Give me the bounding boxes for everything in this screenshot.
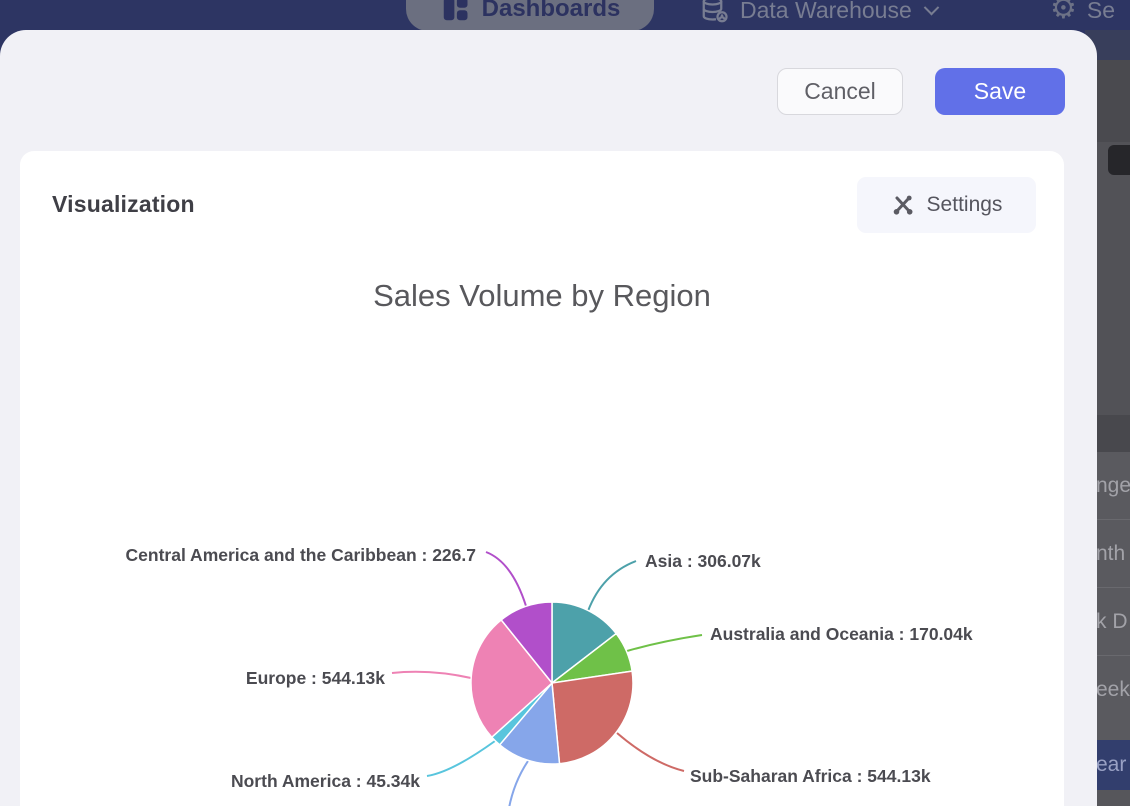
nav-settings[interactable]: ⚙︎ Se xyxy=(1050,0,1115,26)
cancel-button[interactable]: Cancel xyxy=(777,68,903,115)
database-icon xyxy=(700,0,730,25)
label-leader-line xyxy=(509,761,528,806)
chart-title: Sales Volume by Region xyxy=(373,278,711,313)
background-button-fragment xyxy=(1108,145,1130,175)
pie-label-asia: Asia : 306.07k xyxy=(645,551,761,571)
tab-dashboards[interactable]: Dashboards xyxy=(406,0,654,31)
pie-label-central-america-and-the-caribbean: Central America and the Caribbean : 226.… xyxy=(126,545,476,565)
list-item-fragment: ear xyxy=(1096,753,1126,777)
chevron-down-icon xyxy=(923,0,939,15)
label-leader-line xyxy=(617,733,684,771)
label-leader-line xyxy=(486,552,526,606)
visualization-modal: Cancel Save Visualization Settings Sales… xyxy=(0,30,1097,806)
pie-label-australia-and-oceania: Australia and Oceania : 170.04k xyxy=(710,624,973,644)
modal-actions: Cancel Save xyxy=(777,68,1065,115)
gear-icon: ⚙︎ xyxy=(1050,0,1077,24)
dashboard-icon xyxy=(440,0,470,24)
tab-dashboards-label: Dashboards xyxy=(482,0,621,23)
label-leader-line xyxy=(627,635,702,651)
pie-slice-sub-saharan-africa[interactable] xyxy=(552,671,633,764)
pie-label-sub-saharan-africa: Sub-Saharan Africa : 544.13k xyxy=(690,766,931,786)
visualization-card: Visualization Settings Sales Volume by R… xyxy=(20,151,1064,806)
nav-data-warehouse[interactable]: Data Warehouse xyxy=(700,0,937,26)
list-item-fragment: k D xyxy=(1096,610,1128,634)
list-item-fragment: nth xyxy=(1096,542,1125,566)
label-leader-line xyxy=(588,561,636,611)
nav-settings-label: Se xyxy=(1087,0,1115,24)
list-item-fragment: eek xyxy=(1096,678,1130,702)
pie-label-europe: Europe : 544.13k xyxy=(246,668,385,688)
list-item-fragment: nge xyxy=(1096,474,1130,498)
nav-data-warehouse-label: Data Warehouse xyxy=(740,0,912,24)
label-leader-line xyxy=(392,672,471,678)
app-header: Dashboards Data Warehouse ⚙︎ Se xyxy=(0,0,1130,30)
pie-slices-group xyxy=(471,602,633,764)
pie-chart: Sales Volume by Region Asia : 306.07k Au… xyxy=(20,151,1064,806)
save-button[interactable]: Save xyxy=(935,68,1065,115)
pie-label-north-america: North America : 45.34k xyxy=(231,771,420,791)
label-leader-line xyxy=(427,741,495,776)
